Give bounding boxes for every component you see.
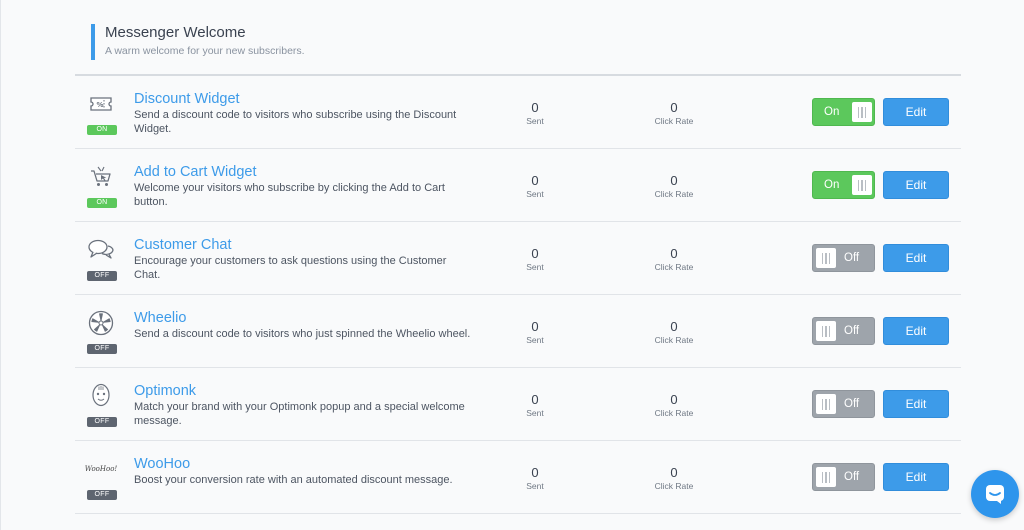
toggle-knob xyxy=(852,102,872,122)
enable-toggle[interactable]: Off xyxy=(812,390,875,418)
edit-button[interactable]: Edit xyxy=(883,98,949,126)
integration-description: Match your brand with your Optimonk popu… xyxy=(134,401,465,427)
integration-description: Welcome your visitors who subscribe by c… xyxy=(134,182,445,208)
messenger-welcome-panel: Messenger Welcome A warm welcome for you… xyxy=(0,0,1024,530)
sent-count: 0 xyxy=(531,392,539,407)
status-badge: OFF xyxy=(87,344,117,354)
edit-button[interactable]: Edit xyxy=(883,463,949,491)
integration-title[interactable]: Wheelio xyxy=(134,309,186,327)
integration-title[interactable]: Customer Chat xyxy=(134,236,232,254)
click-rate-value: 0 xyxy=(670,319,678,334)
integration-title[interactable]: Add to Cart Widget xyxy=(134,163,257,181)
click-rate-label: Click Rate xyxy=(654,335,694,345)
status-badge: OFF xyxy=(87,271,117,281)
woohoo-logo-icon: WooHoo! xyxy=(84,457,118,481)
integration-description: Encourage your customers to ask question… xyxy=(134,255,447,281)
status-badge: ON xyxy=(87,198,117,208)
list-item: % ON Discount Widget Send a discount cod… xyxy=(75,76,961,149)
status-badge: OFF xyxy=(87,490,117,500)
click-rate-label: Click Rate xyxy=(654,408,694,418)
page-title: Messenger Welcome xyxy=(105,24,246,41)
toggle-label: Off xyxy=(844,252,860,264)
discount-tag-icon: % xyxy=(85,92,117,116)
integration-list: % ON Discount Widget Send a discount cod… xyxy=(75,76,961,514)
status-badge: ON xyxy=(87,125,117,135)
sent-stat: 0 Sent xyxy=(495,319,575,346)
click-rate-stat: 0 Click Rate xyxy=(634,100,714,127)
click-rate-value: 0 xyxy=(670,246,678,261)
click-rate-stat: 0 Click Rate xyxy=(634,173,714,200)
list-item: OFF Customer Chat Encourage your custome… xyxy=(75,222,961,295)
click-rate-value: 0 xyxy=(670,392,678,407)
sent-stat: 0 Sent xyxy=(495,100,575,127)
edit-button[interactable]: Edit xyxy=(883,244,949,272)
wheel-icon xyxy=(85,310,117,336)
sent-count: 0 xyxy=(531,100,539,115)
chat-icon xyxy=(986,485,1004,504)
enable-toggle[interactable]: Off xyxy=(812,244,875,272)
toggle-label: Off xyxy=(844,398,860,410)
sent-label: Sent xyxy=(526,262,544,272)
shopping-cart-icon xyxy=(85,165,117,189)
enable-toggle[interactable]: On xyxy=(812,98,875,126)
click-rate-stat: 0 Click Rate xyxy=(634,246,714,273)
optimonk-face-icon xyxy=(85,383,117,408)
sent-label: Sent xyxy=(526,335,544,345)
list-item: OFF Wheelio Send a discount code to visi… xyxy=(75,295,961,368)
click-rate-value: 0 xyxy=(670,465,678,480)
click-rate-label: Click Rate xyxy=(654,116,694,126)
sent-stat: 0 Sent xyxy=(495,173,575,200)
enable-toggle[interactable]: Off xyxy=(812,463,875,491)
integration-title[interactable]: Discount Widget xyxy=(134,90,240,108)
click-rate-value: 0 xyxy=(670,173,678,188)
toggle-label: On xyxy=(824,106,840,118)
section-header: Messenger Welcome A warm welcome for you… xyxy=(91,24,305,60)
click-rate-value: 0 xyxy=(670,100,678,115)
toggle-label: Off xyxy=(844,471,860,483)
sent-label: Sent xyxy=(526,189,544,199)
integration-title[interactable]: Optimonk xyxy=(134,382,196,400)
click-rate-stat: 0 Click Rate xyxy=(634,465,714,492)
list-item: OFF Optimonk Match your brand with your … xyxy=(75,368,961,441)
enable-toggle[interactable]: On xyxy=(812,171,875,199)
toggle-knob xyxy=(816,394,836,414)
integration-description: Send a discount code to visitors who sub… xyxy=(134,109,457,135)
woohoo-logo-text: WooHoo! xyxy=(84,465,118,473)
sent-count: 0 xyxy=(531,173,539,188)
sent-label: Sent xyxy=(526,481,544,491)
integration-description: Send a discount code to visitors who jus… xyxy=(134,328,471,340)
sent-label: Sent xyxy=(526,116,544,126)
sent-stat: 0 Sent xyxy=(495,465,575,492)
sent-count: 0 xyxy=(531,246,539,261)
list-item: ON Add to Cart Widget Welcome your visit… xyxy=(75,149,961,222)
sent-count: 0 xyxy=(531,465,539,480)
edit-button[interactable]: Edit xyxy=(883,171,949,199)
status-badge: OFF xyxy=(87,417,117,427)
toggle-knob xyxy=(816,321,836,341)
toggle-label: Off xyxy=(844,325,860,337)
svg-text:%: % xyxy=(97,101,104,109)
toggle-label: On xyxy=(824,179,840,191)
click-rate-label: Click Rate xyxy=(654,189,694,199)
sent-count: 0 xyxy=(531,319,539,334)
toggle-knob xyxy=(816,467,836,487)
support-chat-button[interactable] xyxy=(971,470,1019,518)
edit-button[interactable]: Edit xyxy=(883,390,949,418)
sent-stat: 0 Sent xyxy=(495,392,575,419)
page-subtitle: A warm welcome for your new subscribers. xyxy=(105,45,305,57)
integration-title[interactable]: WooHoo xyxy=(134,455,190,473)
click-rate-stat: 0 Click Rate xyxy=(634,392,714,419)
click-rate-label: Click Rate xyxy=(654,481,694,491)
click-rate-label: Click Rate xyxy=(654,262,694,272)
edit-button[interactable]: Edit xyxy=(883,317,949,345)
toggle-knob xyxy=(816,248,836,268)
sent-label: Sent xyxy=(526,408,544,418)
click-rate-stat: 0 Click Rate xyxy=(634,319,714,346)
sent-stat: 0 Sent xyxy=(495,246,575,273)
enable-toggle[interactable]: Off xyxy=(812,317,875,345)
toggle-knob xyxy=(852,175,872,195)
chat-bubbles-icon xyxy=(85,238,117,262)
integration-description: Boost your conversion rate with an autom… xyxy=(134,474,453,486)
list-item: WooHoo! OFF WooHoo Boost your conversion… xyxy=(75,441,961,514)
